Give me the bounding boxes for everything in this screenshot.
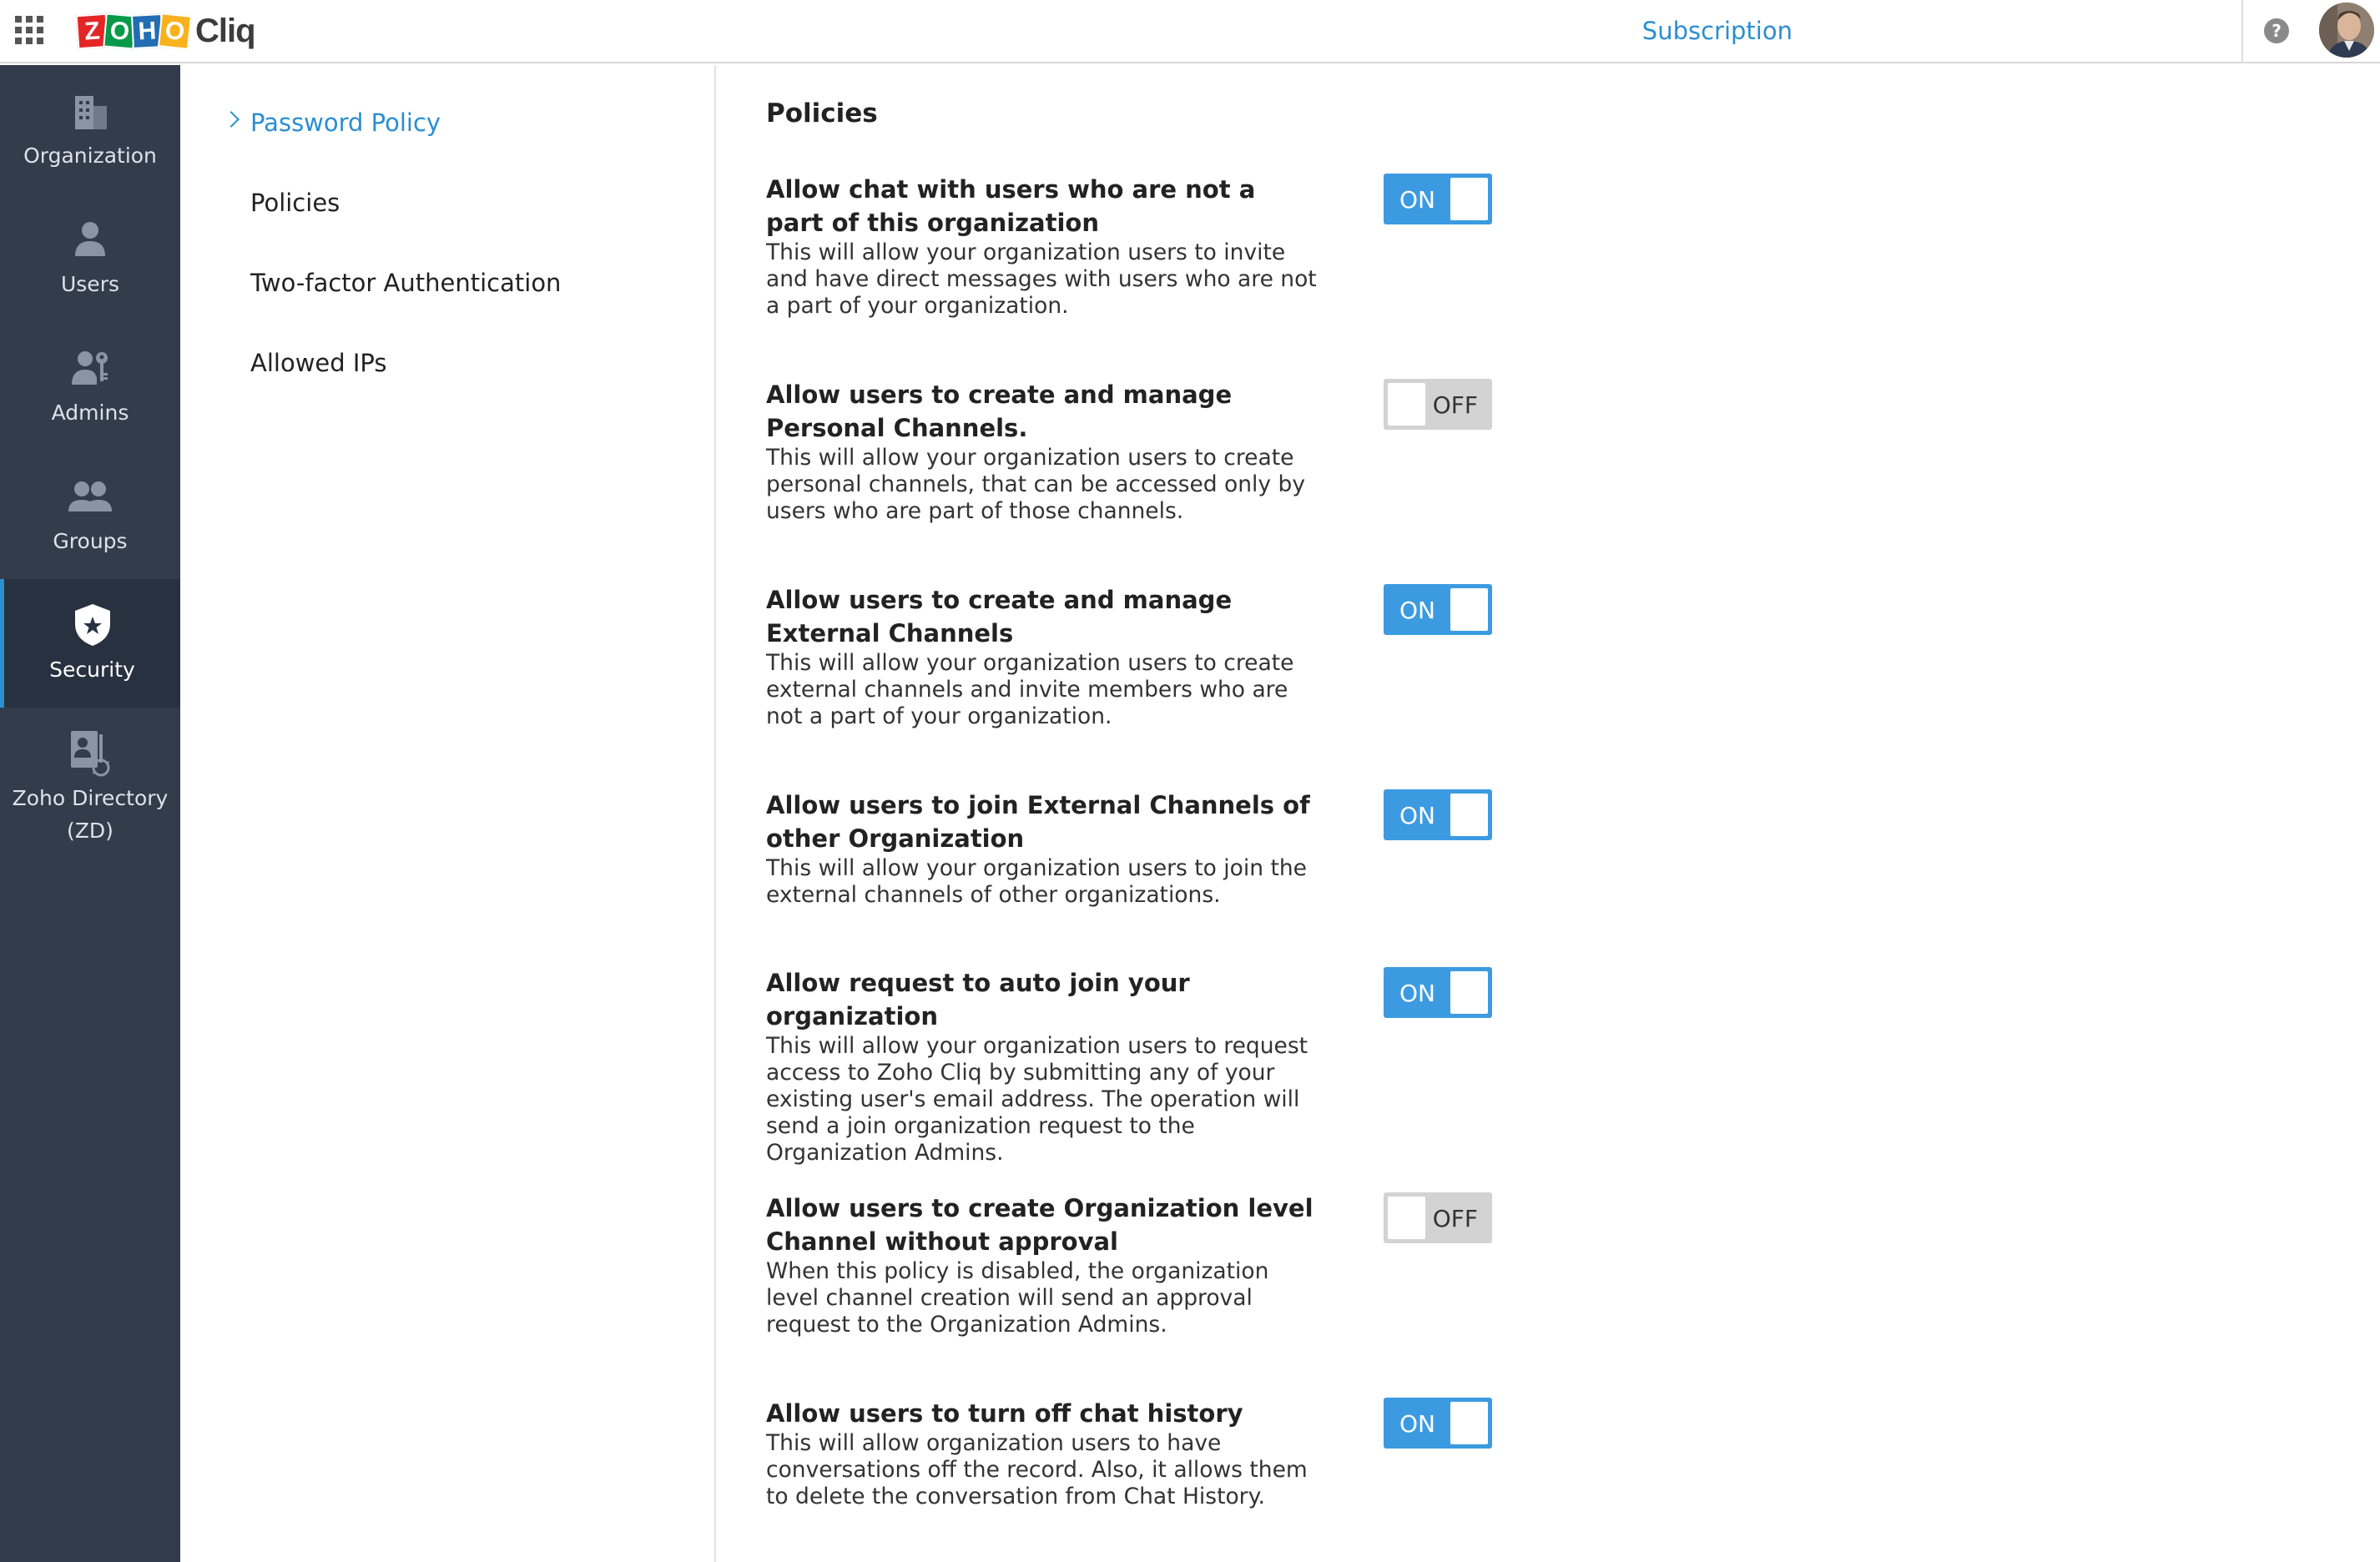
policy-description: This will allow your organization users … xyxy=(766,239,1317,319)
policy-description: This will allow your organization users … xyxy=(766,1033,1308,1166)
shield-icon xyxy=(69,602,116,648)
security-subnav: Password Policy Policies Two-factor Auth… xyxy=(180,65,716,1562)
sidebar-item-security[interactable]: Security xyxy=(0,579,180,708)
subnav-item-label: Password Policy xyxy=(250,108,441,137)
admin-sidebar: Organization Users Admins Groups Securit… xyxy=(0,65,180,1562)
policy-title: Allow users to turn off chat history xyxy=(766,1399,1243,1428)
avatar-image xyxy=(2319,3,2374,58)
sidebar-item-label: Zoho Directory (ZD) xyxy=(12,786,169,843)
toggle-state-label: ON xyxy=(1399,186,1435,214)
chevron-right-icon xyxy=(223,111,240,128)
toggle-knob xyxy=(1388,383,1425,426)
policy-title: Allow users to join External Channels of… xyxy=(766,791,1310,853)
zoho-cliq-logo[interactable]: Z O H O Cliq xyxy=(75,8,256,53)
subnav-item-allowed-ips[interactable]: Allowed IPs xyxy=(250,349,387,377)
subnav-item-label: Policies xyxy=(250,189,340,217)
sidebar-item-label: Users xyxy=(60,271,119,296)
sidebar-item-label: Admins xyxy=(51,400,129,425)
organization-icon xyxy=(67,88,113,134)
toggle-state-label: OFF xyxy=(1432,391,1478,419)
policy-title: Allow request to auto join your organiza… xyxy=(766,969,1190,1030)
sidebar-item-label: Groups xyxy=(53,528,128,553)
policy-toggle[interactable]: ON xyxy=(1384,1398,1492,1449)
subnav-item-label: Allowed IPs xyxy=(250,349,387,377)
topbar-divider xyxy=(2241,0,2243,63)
subnav-item-policies[interactable]: Policies xyxy=(250,189,340,217)
policies-panel: Policies Allow chat with users who are n… xyxy=(718,65,2380,1562)
policy-toggle[interactable]: ON xyxy=(1384,789,1492,840)
policy-title: Allow users to create Organization level… xyxy=(766,1194,1314,1256)
toggle-state-label: ON xyxy=(1399,802,1435,829)
policy-title: Allow users to create and manage Externa… xyxy=(766,586,1233,647)
sidebar-item-users[interactable]: Users xyxy=(0,194,180,322)
avatar[interactable] xyxy=(2319,3,2374,58)
subnav-item-password-policy[interactable]: Password Policy xyxy=(223,108,441,137)
subscription-link[interactable]: Subscription xyxy=(1642,17,1793,45)
toggle-state-label: OFF xyxy=(1432,1205,1478,1232)
policy-description: This will allow organization users to ha… xyxy=(766,1430,1308,1509)
toggle-knob xyxy=(1388,1197,1425,1239)
logo-letter: O xyxy=(157,12,193,50)
sidebar-item-zoho-directory[interactable]: Zoho Directory (ZD) xyxy=(0,708,180,869)
policy-title: Allow users to create and manage Persona… xyxy=(766,380,1233,442)
toggle-knob xyxy=(1450,971,1488,1014)
toggle-state-label: ON xyxy=(1399,980,1435,1007)
policy-item: Allow users to join External Channels of… xyxy=(766,789,1317,909)
toggle-state-label: ON xyxy=(1399,597,1435,624)
app-grid-icon[interactable] xyxy=(15,16,43,44)
policy-description: When this policy is disabled, the organi… xyxy=(766,1258,1269,1338)
policy-toggle[interactable]: ON xyxy=(1384,174,1492,224)
help-icon[interactable]: ? xyxy=(2264,18,2289,43)
page-title: Policies xyxy=(766,98,878,128)
subnav-item-label: Two-factor Authentication xyxy=(250,269,562,297)
sidebar-item-groups[interactable]: Groups xyxy=(0,451,180,579)
toggle-knob xyxy=(1450,588,1488,631)
toggle-knob xyxy=(1450,178,1488,220)
directory-icon xyxy=(67,730,113,777)
top-bar: Z O H O Cliq Subscription ? xyxy=(0,0,2380,63)
admin-icon xyxy=(67,345,113,391)
policy-toggle[interactable]: ON xyxy=(1384,967,1492,1018)
policy-item: Allow users to turn off chat history Thi… xyxy=(766,1397,1317,1510)
policy-item: Allow users to create and manage Externa… xyxy=(766,583,1317,730)
policy-item: Allow chat with users who are not a part… xyxy=(766,173,1317,320)
policy-toggle[interactable]: OFF xyxy=(1384,379,1492,430)
policy-toggle[interactable]: OFF xyxy=(1384,1192,1492,1243)
policy-item: Allow users to create Organization level… xyxy=(766,1192,1317,1338)
policy-toggle[interactable]: ON xyxy=(1384,584,1492,635)
user-icon xyxy=(67,216,113,263)
toggle-knob xyxy=(1450,794,1488,836)
sidebar-item-label: Security xyxy=(49,657,135,682)
toggle-knob xyxy=(1450,1402,1488,1444)
policy-item: Allow users to create and manage Persona… xyxy=(766,378,1317,525)
sidebar-item-label: Organization xyxy=(23,143,157,168)
policy-item: Allow request to auto join your organiza… xyxy=(766,966,1317,1166)
policy-description: This will allow your organization users … xyxy=(766,445,1306,524)
policy-title: Allow chat with users who are not a part… xyxy=(766,175,1256,237)
policy-description: This will allow your organization users … xyxy=(766,650,1294,729)
sidebar-item-organization[interactable]: Organization xyxy=(0,65,180,194)
app-name: Cliq xyxy=(195,12,256,49)
subnav-item-two-factor-authentication[interactable]: Two-factor Authentication xyxy=(250,269,561,297)
toggle-state-label: ON xyxy=(1399,1410,1435,1438)
groups-icon xyxy=(67,473,113,520)
sidebar-item-admins[interactable]: Admins xyxy=(0,322,180,451)
policy-description: This will allow your organization users … xyxy=(766,855,1307,908)
